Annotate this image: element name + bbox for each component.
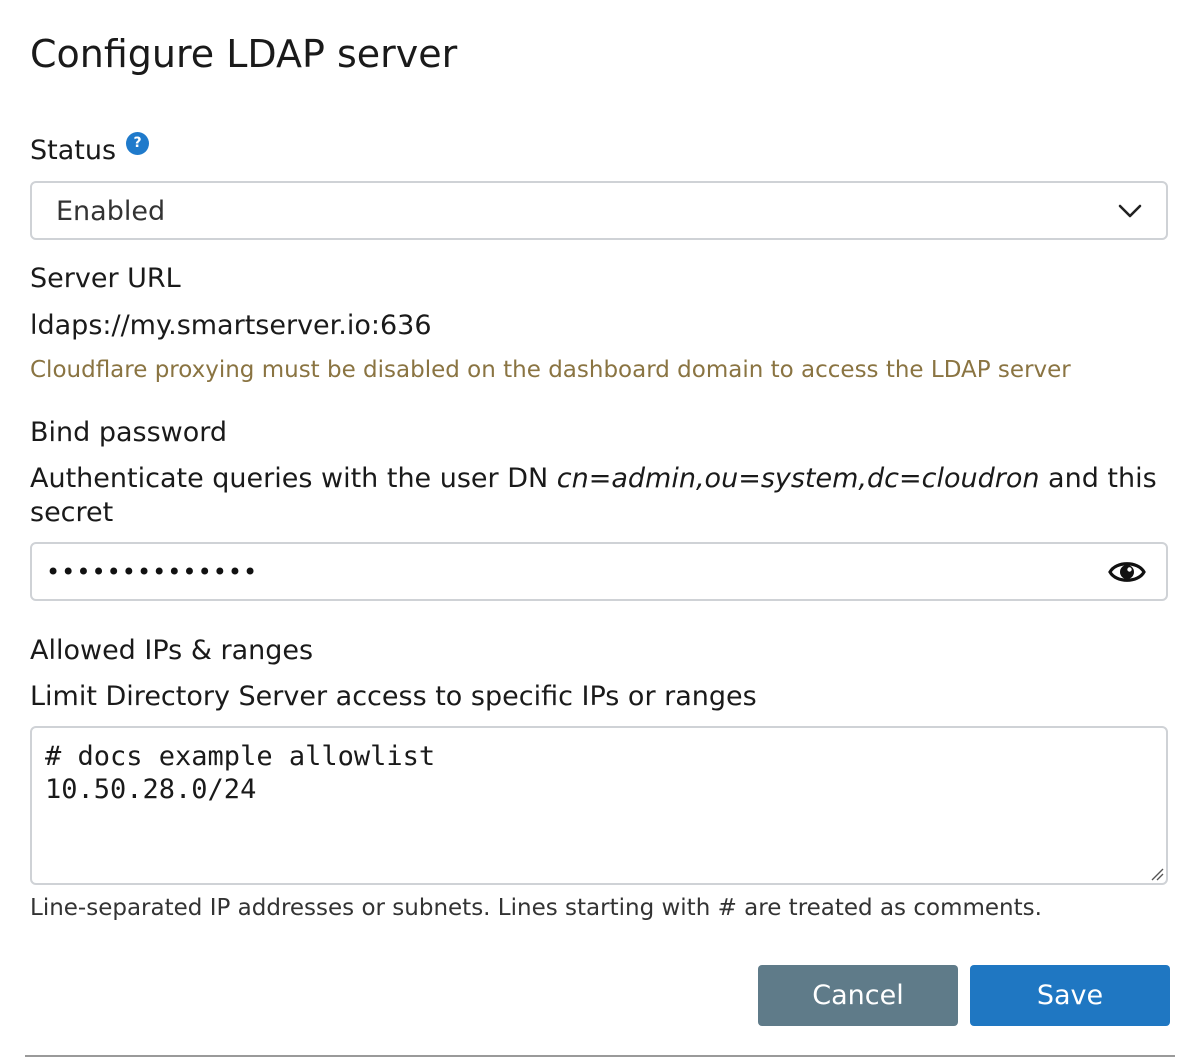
bind-password-field[interactable]: •••••••••••••• [30, 542, 1168, 601]
description-prefix: Authenticate queries with the user DN [30, 463, 557, 494]
eye-icon[interactable] [1108, 558, 1146, 586]
status-select[interactable]: Enabled [30, 181, 1168, 240]
bind-password-label: Bind password [30, 417, 228, 448]
server-url-label: Server URL [30, 263, 181, 294]
allowed-ips-hint: Line-separated IP addresses or subnets. … [30, 895, 1042, 921]
save-button[interactable]: Save [970, 965, 1170, 1026]
resize-grip-icon[interactable] [1150, 867, 1164, 881]
textarea-line: # docs example allowlist [45, 741, 436, 772]
status-label: Status [30, 135, 117, 166]
description-suffix: secret [30, 497, 114, 528]
user-dn: cn=admin,ou=system,dc=cloudron [556, 463, 1040, 494]
allowed-ips-label: Allowed IPs & ranges [30, 635, 314, 666]
cloudflare-warning: Cloudflare proxying must be disabled on … [30, 357, 1071, 383]
bind-password-description: Authenticate queries with the user DN cn… [30, 462, 1160, 530]
dialog-title: Configure LDAP server [30, 32, 458, 76]
password-masked-value: •••••••••••••• [46, 558, 259, 586]
textarea-line: 10.50.28.0/24 [45, 774, 257, 805]
allowed-ips-description: Limit Directory Server access to specifi… [30, 681, 757, 712]
description-middle: and this [1039, 463, 1157, 494]
footer-divider [25, 1055, 1175, 1057]
question-circle-icon[interactable]: ? [126, 132, 149, 155]
cancel-button[interactable]: Cancel [758, 965, 958, 1026]
server-url-value: ldaps://my.smartserver.io:636 [30, 310, 432, 341]
chevron-down-icon [1118, 204, 1142, 218]
status-selected-value: Enabled [56, 196, 166, 227]
allowed-ips-textarea[interactable]: # docs example allowlist 10.50.28.0/24 [30, 726, 1168, 885]
